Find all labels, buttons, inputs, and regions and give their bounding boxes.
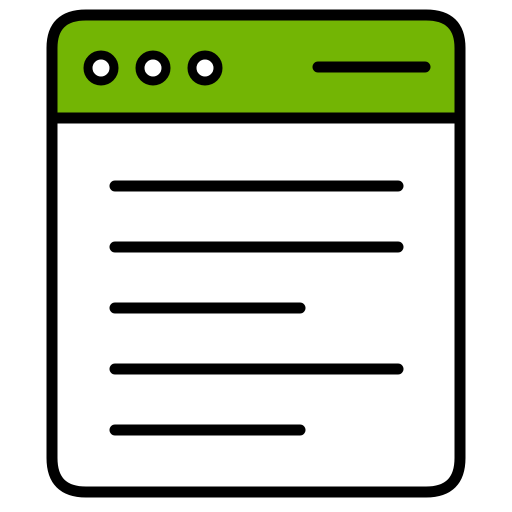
icon-canvas xyxy=(0,0,512,512)
window-control-circle-icon xyxy=(135,50,171,86)
window-control-circle-icon xyxy=(83,50,119,86)
browser-window-document-icon xyxy=(46,9,466,498)
window-control-circle-icon xyxy=(187,50,223,86)
